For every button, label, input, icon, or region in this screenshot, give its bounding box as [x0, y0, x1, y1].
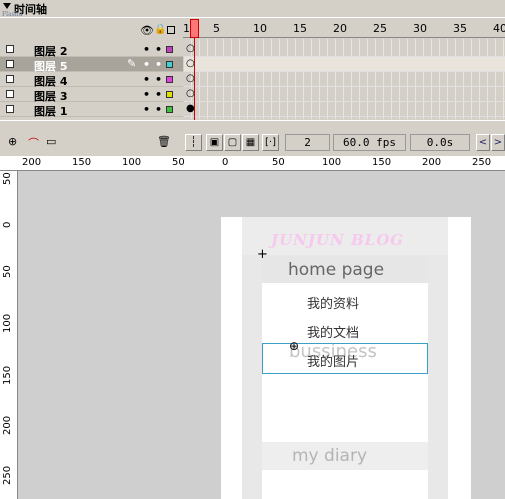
- layer-icon: [6, 105, 14, 113]
- current-frame-field: 2: [285, 134, 330, 151]
- lock-dot[interactable]: •: [155, 73, 162, 86]
- playhead[interactable]: [190, 19, 199, 38]
- timeline-header: [0, 0, 505, 18]
- onion-skin-button[interactable]: ▣: [206, 134, 223, 151]
- lock-icon[interactable]: 🔒: [154, 24, 166, 35]
- layer-icon: [6, 75, 14, 83]
- onion-outline-button[interactable]: ▢: [224, 134, 241, 151]
- frame-number: 25: [373, 22, 387, 35]
- nav-diary[interactable]: my diary: [292, 446, 367, 466]
- ruler-tick-label: 50: [272, 157, 285, 168]
- outline-icon[interactable]: [167, 26, 175, 34]
- ruler-tick-label: 50: [172, 157, 185, 168]
- markers-icon: [·]: [265, 137, 276, 148]
- ruler-tick-label: 200: [422, 157, 442, 168]
- layer-row[interactable]: 图层 3 • •: [0, 87, 183, 103]
- layer-row[interactable]: 图层 1 • •: [0, 102, 183, 118]
- ruler-tick-label: 0: [2, 221, 13, 228]
- onion-skin-icon: ▣: [209, 137, 220, 148]
- scroll-left-button[interactable]: <: [476, 134, 490, 151]
- frame-number: 15: [293, 22, 307, 35]
- ruler-tick-label: 150: [72, 157, 92, 168]
- add-guide-layer-icon[interactable]: ⌒: [28, 135, 39, 151]
- visibility-dot[interactable]: •: [143, 103, 150, 116]
- timeline-toolbar: ⊕ ⌒ ▭ 🗑 ┆ ▣ ▢ ▦ [·] 2 60.0 fps 0.0s < >: [0, 120, 505, 156]
- frame-number: 20: [333, 22, 347, 35]
- ruler-tick-label: 150: [2, 365, 13, 385]
- ruler-tick-label: 150: [372, 157, 392, 168]
- elapsed-time-field: 0.0s: [410, 134, 470, 151]
- frame-number: 10: [253, 22, 267, 35]
- lock-dot[interactable]: •: [155, 43, 162, 56]
- ruler-tick-label: 0: [222, 157, 229, 168]
- layer-icon: [6, 60, 14, 68]
- lock-dot[interactable]: •: [155, 88, 162, 101]
- ruler-tick-label: 250: [472, 157, 492, 168]
- frame-number: 1: [183, 22, 190, 35]
- frame-row[interactable]: ○: [184, 87, 505, 102]
- layer-name: 图层 1: [34, 105, 68, 118]
- right-column-band: [428, 217, 448, 499]
- layer-icon: [6, 45, 14, 53]
- nav-item-documents[interactable]: 我的文档: [307, 322, 359, 341]
- visibility-dot[interactable]: •: [143, 88, 150, 101]
- visibility-dot[interactable]: •: [143, 43, 150, 56]
- blog-logo: JUNJUN BLOG: [271, 231, 405, 249]
- layer-color-swatch[interactable]: [166, 76, 173, 83]
- layer-color-swatch[interactable]: [166, 46, 173, 53]
- frame-row[interactable]: ○: [184, 72, 505, 87]
- trash-icon[interactable]: 🗑: [157, 135, 171, 148]
- layer-row[interactable]: 图层 5 ✎ • •: [0, 57, 183, 73]
- chevron-left-icon: <: [478, 137, 488, 148]
- modify-markers-button[interactable]: [·]: [262, 134, 279, 151]
- layer-color-swatch[interactable]: [166, 61, 173, 68]
- lock-dot[interactable]: •: [155, 103, 162, 116]
- ruler-tick-label: 200: [22, 157, 42, 168]
- ruler-tick-label: 100: [2, 313, 13, 333]
- center-frame-button[interactable]: ┆: [185, 134, 202, 151]
- lock-dot[interactable]: •: [155, 58, 162, 71]
- frame-number: 35: [453, 22, 467, 35]
- center-frame-icon: ┆: [190, 137, 197, 148]
- registration-point-icon: ⊕: [289, 339, 300, 353]
- layer-color-swatch[interactable]: [166, 106, 173, 113]
- frame-number: 40: [493, 22, 505, 35]
- edit-multiple-icon: ▦: [245, 137, 256, 148]
- layer-row[interactable]: 图层 2 • •: [0, 42, 183, 58]
- collapse-arrow-icon[interactable]: [3, 3, 11, 9]
- frame-rate-field[interactable]: 60.0 fps: [333, 134, 406, 151]
- frame-number: 30: [413, 22, 427, 35]
- edit-multiple-button[interactable]: ▦: [242, 134, 259, 151]
- layer-color-swatch[interactable]: [166, 91, 173, 98]
- scroll-right-button[interactable]: >: [491, 134, 505, 151]
- frame-row[interactable]: ●: [184, 102, 505, 117]
- visibility-dot[interactable]: •: [143, 58, 150, 71]
- chevron-right-icon: >: [493, 137, 503, 148]
- layer-row[interactable]: 图层 4 • •: [0, 72, 183, 88]
- nav-home[interactable]: home page: [288, 260, 384, 280]
- insert-folder-icon[interactable]: ▭: [46, 135, 56, 148]
- frame-row[interactable]: ○: [184, 57, 505, 72]
- onion-outline-icon: ▢: [227, 137, 238, 148]
- layer-icon: [6, 90, 14, 98]
- ruler-tick-label: 200: [2, 415, 13, 435]
- eye-icon[interactable]: 👁: [140, 24, 154, 37]
- nav-item-pictures[interactable]: 我的图片: [307, 351, 359, 370]
- stage[interactable]: JUNJUN BLOG + home page 我的资料 我的文档 bussin…: [221, 217, 471, 499]
- ruler-tick-label: 50: [2, 265, 13, 278]
- frame-row[interactable]: ○: [184, 42, 505, 57]
- frame-number: 5: [213, 22, 220, 35]
- pencil-icon: ✎: [127, 57, 137, 70]
- ruler-tick-label: 250: [2, 465, 13, 485]
- crosshair-icon: +: [257, 247, 268, 262]
- nav-item-profile[interactable]: 我的资料: [307, 293, 359, 312]
- timeline-subtitle: Flashd: [2, 11, 23, 18]
- ruler-tick-label: 100: [322, 157, 342, 168]
- visibility-dot[interactable]: •: [143, 73, 150, 86]
- ruler-tick-label: 100: [122, 157, 142, 168]
- ruler-tick-label: 50: [2, 172, 13, 185]
